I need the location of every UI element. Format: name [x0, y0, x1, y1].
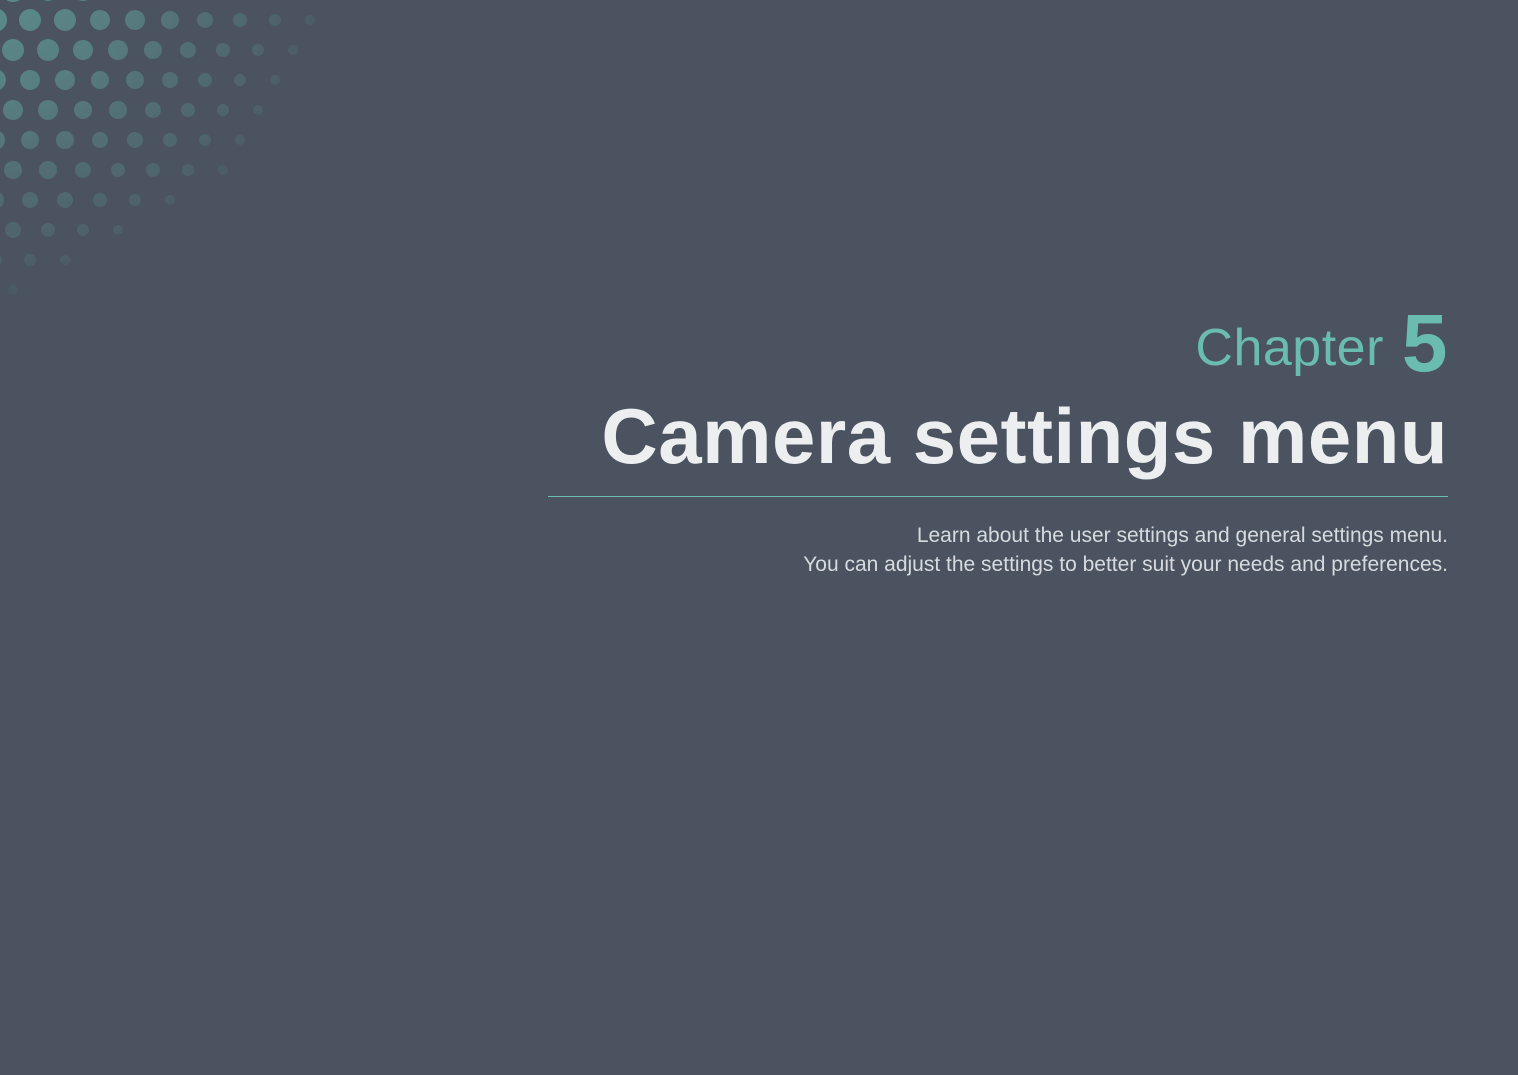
- description-line-1: Learn about the user settings and genera…: [917, 524, 1448, 547]
- chapter-number: 5: [1402, 311, 1448, 377]
- description-line-2: You can adjust the settings to better su…: [803, 553, 1448, 576]
- dots-decoration: [0, 0, 390, 340]
- chapter-title: Camera settings menu: [548, 391, 1448, 482]
- chapter-content: Chapter 5 Camera settings menu Learn abo…: [548, 315, 1448, 579]
- chapter-label-text: Chapter: [1195, 318, 1384, 378]
- title-divider: [548, 496, 1448, 497]
- chapter-label: Chapter 5: [1195, 315, 1448, 381]
- chapter-description: Learn about the user settings and genera…: [548, 521, 1448, 580]
